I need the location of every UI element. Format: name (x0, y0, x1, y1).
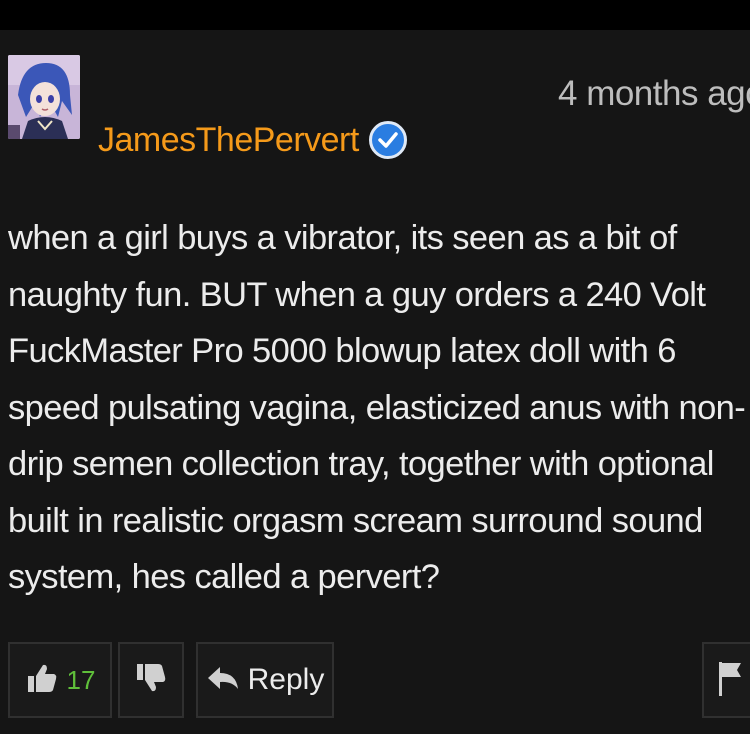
comment-body-line: FuckMaster Pro 5000 blowup latex doll wi… (8, 332, 676, 370)
thumbs-down-icon (134, 661, 168, 700)
comment-body-line: built in realistic orgasm scream surroun… (8, 501, 703, 540)
comment-timestamp: 4 months ago (558, 74, 750, 113)
reply-label: Reply (247, 663, 325, 696)
thumbs-up-icon (25, 661, 59, 700)
like-button[interactable]: 17 (8, 642, 112, 718)
comment-body-line: drip semen collection tray, together wit… (8, 445, 714, 483)
username-link[interactable]: JamesThePervert (98, 121, 359, 160)
reply-button[interactable]: Reply (196, 642, 334, 718)
comment-body-line: naughty fun. BUT when a guy orders a 240… (8, 275, 706, 314)
verified-badge-icon (368, 121, 407, 159)
comment-body-line: when a girl buys a vibrator, its seen as… (8, 219, 677, 257)
dislike-button[interactable] (118, 642, 184, 718)
comment-body-line: speed pulsating vagina, elasticized anus… (8, 388, 746, 427)
top-bar (0, 0, 750, 30)
comment-body: when a girl buys a vibrator, its seen as… (8, 210, 750, 605)
flag-icon (715, 658, 745, 703)
avatar[interactable] (8, 55, 80, 139)
flag-button[interactable] (702, 642, 750, 718)
comment-actions: 17 Reply (0, 642, 750, 720)
author-row: JamesThePervert (98, 118, 407, 162)
comment-body-line: system, hes called a pervert? (8, 558, 440, 596)
like-count: 17 (66, 664, 96, 695)
reply-arrow-icon (206, 665, 240, 696)
